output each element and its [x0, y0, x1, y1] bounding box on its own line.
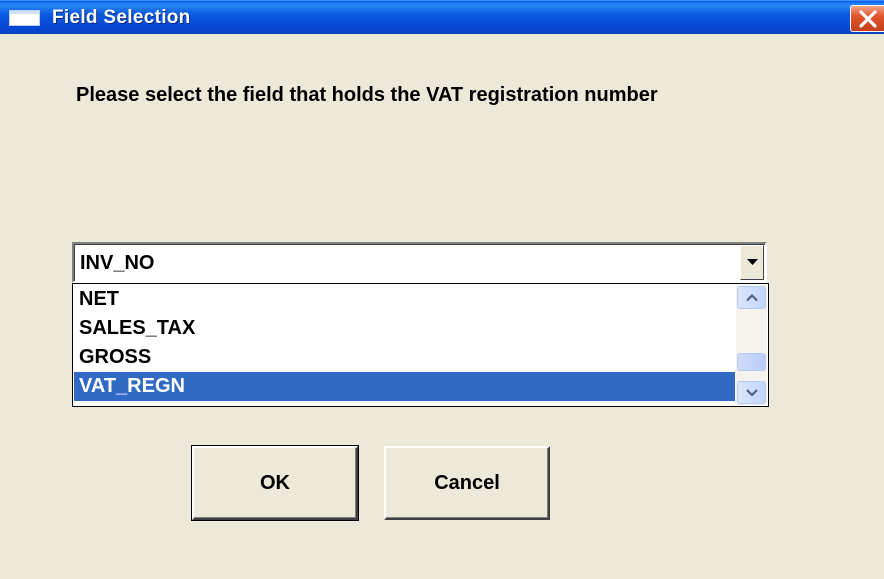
close-icon [859, 10, 877, 28]
combo-dropdown-button[interactable] [740, 245, 764, 280]
cancel-button[interactable]: Cancel [384, 446, 550, 520]
list-item[interactable]: GROSS [74, 343, 735, 372]
chevron-down-icon [746, 389, 758, 397]
prompt-text: Please select the field that holds the V… [76, 84, 658, 106]
vertical-scrollbar[interactable] [736, 285, 767, 405]
field-dropdown-list[interactable]: NET SALES_TAX GROSS VAT_REGN [72, 283, 769, 407]
chevron-up-icon [746, 293, 758, 302]
close-button[interactable] [850, 5, 884, 32]
list-item[interactable]: NET [74, 285, 735, 314]
ok-button[interactable]: OK [191, 445, 359, 521]
scroll-thumb[interactable] [737, 353, 766, 371]
field-combo-box[interactable]: INV_NO [72, 242, 767, 283]
list-item-selected[interactable]: VAT_REGN [74, 372, 735, 401]
window-title: Field Selection [52, 7, 191, 28]
title-bar[interactable]: Field Selection [0, 0, 884, 34]
scroll-up-button[interactable] [737, 286, 766, 309]
chevron-down-icon [747, 259, 758, 265]
combo-selected-value: INV_NO [80, 252, 155, 274]
list-item[interactable]: SALES_TAX [74, 314, 735, 343]
scroll-down-button[interactable] [737, 381, 766, 404]
window-icon [9, 10, 40, 26]
